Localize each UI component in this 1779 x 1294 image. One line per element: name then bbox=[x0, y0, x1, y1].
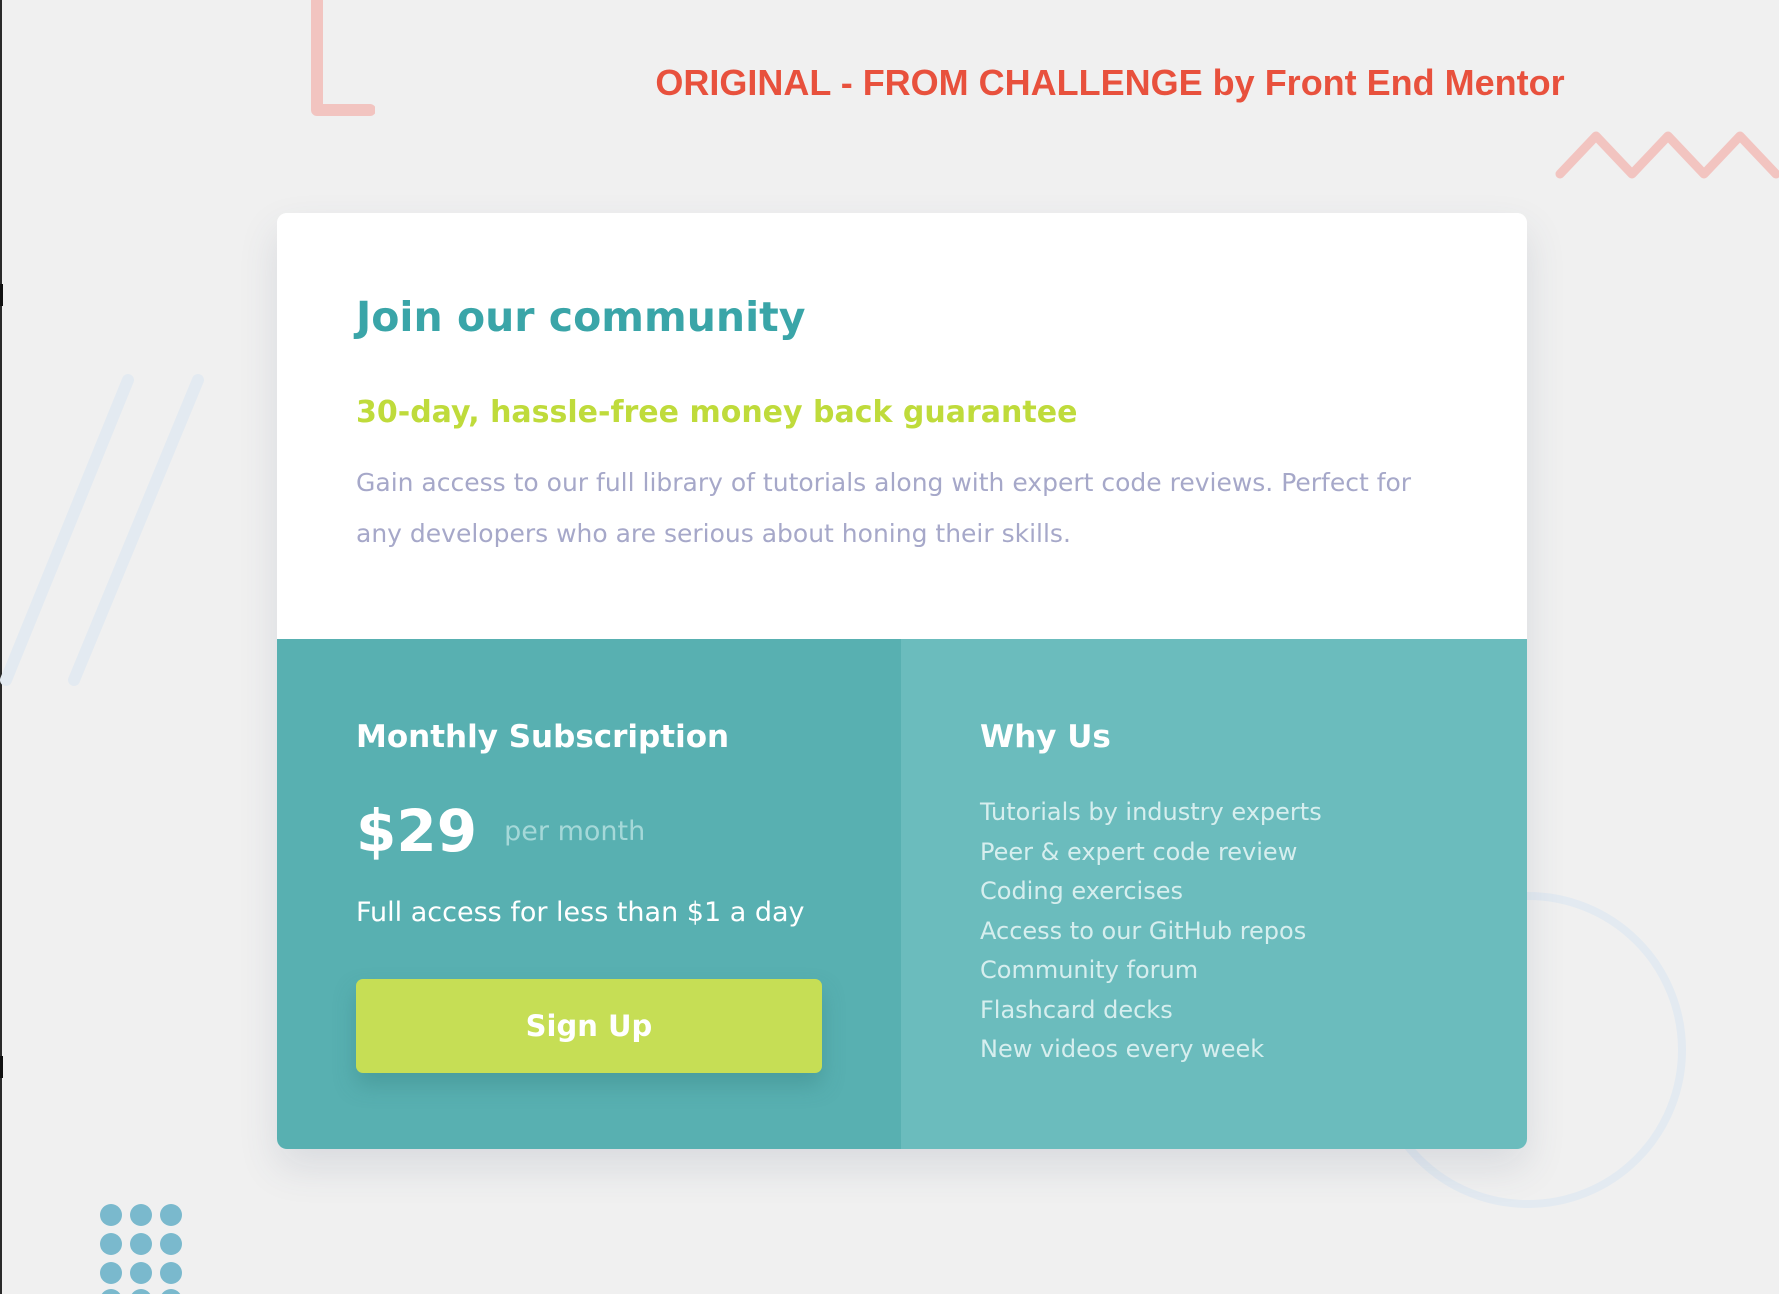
price-period: per month bbox=[504, 815, 646, 847]
dot-grid-decoration bbox=[100, 1204, 182, 1294]
left-edge-tick bbox=[0, 284, 3, 306]
diagonal-lines-decoration bbox=[0, 374, 204, 686]
benefit-item: Tutorials by industry experts bbox=[980, 798, 1322, 826]
benefit-item: Access to our GitHub repos bbox=[980, 916, 1307, 945]
challenge-banner: ORIGINAL - FROM CHALLENGE by Front End M… bbox=[655, 62, 1565, 103]
benefit-item: Flashcard decks bbox=[980, 995, 1173, 1024]
left-edge-tick bbox=[0, 1056, 3, 1078]
card-title: Join our community bbox=[356, 293, 806, 341]
access-tagline: Full access for less than $1 a day bbox=[356, 897, 805, 928]
subscription-panel: Monthly Subscription $29 per month Full … bbox=[277, 639, 901, 1149]
benefit-item: New videos every week bbox=[980, 1035, 1265, 1063]
why-us-panel: Why Us Tutorials by industry experts Pee… bbox=[901, 639, 1527, 1149]
price-value: $29 bbox=[356, 797, 478, 865]
card-description: Gain access to our full library of tutor… bbox=[356, 468, 1412, 548]
corner-bracket-decoration bbox=[311, 0, 375, 116]
guarantee-subtitle: 30-day, hassle-free money back guarantee bbox=[356, 395, 1078, 430]
why-us-heading: Why Us bbox=[980, 719, 1111, 755]
pricing-card: Join our community 30-day, hassle-free m… bbox=[277, 213, 1527, 1149]
price-row: $29 per month bbox=[356, 797, 645, 865]
benefit-item: Coding exercises bbox=[980, 877, 1183, 905]
subscription-heading: Monthly Subscription bbox=[356, 719, 730, 755]
benefit-item: Community forum bbox=[980, 956, 1199, 984]
benefit-item: Peer & expert code review bbox=[980, 837, 1298, 866]
sign-up-button[interactable]: Sign Up bbox=[356, 979, 822, 1073]
community-section: Join our community 30-day, hassle-free m… bbox=[277, 213, 1527, 639]
card-bottom: Monthly Subscription $29 per month Full … bbox=[277, 639, 1527, 1149]
zigzag-decoration bbox=[1555, 131, 1779, 179]
benefits-list: Tutorials by industry experts Peer & exp… bbox=[980, 793, 1322, 1070]
